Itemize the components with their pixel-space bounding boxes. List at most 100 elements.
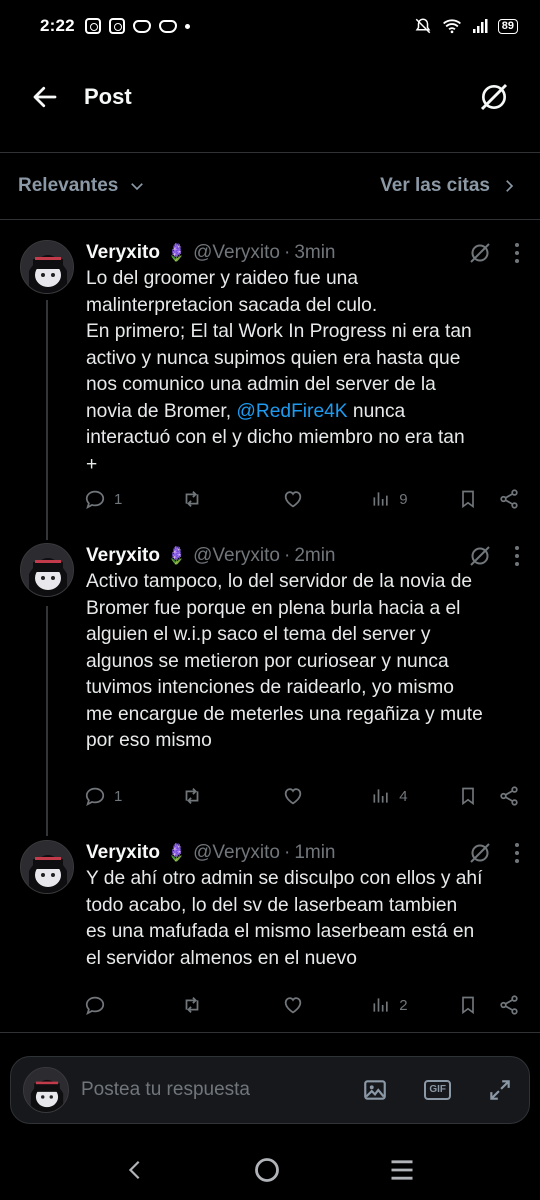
instagram-icon: [108, 18, 125, 34]
post-actions: 1 9: [84, 484, 520, 514]
post-header: Veryxito 🪻 @Veryxito · 1min: [86, 840, 520, 866]
bookmark-button[interactable]: [458, 785, 498, 807]
like-button[interactable]: [282, 785, 371, 807]
bookmark-button[interactable]: [458, 994, 498, 1016]
repost-icon: [185, 997, 199, 1013]
thread-post[interactable]: Veryxito 🪻 @Veryxito · 3min Lo del groom…: [0, 240, 540, 530]
more-options-icon[interactable]: [514, 242, 520, 264]
mention-link[interactable]: @RedFire4K: [236, 401, 347, 422]
heart-icon: [284, 788, 302, 805]
views-button[interactable]: 2: [371, 995, 458, 1015]
gif-icon[interactable]: GIF: [424, 1080, 451, 1100]
views-button[interactable]: 4: [371, 786, 458, 806]
author-handle[interactable]: @Veryxito: [193, 842, 280, 864]
post-actions: 2: [84, 990, 520, 1020]
instagram-icon: [84, 18, 101, 34]
mute-icon: [415, 18, 431, 34]
sort-label: Relevantes: [18, 175, 119, 196]
sort-dropdown[interactable]: Relevantes: [18, 175, 146, 197]
view-count: 2: [399, 996, 408, 1014]
nav-recents-icon[interactable]: [388, 1158, 416, 1182]
repost-icon: [185, 491, 199, 507]
bar-chart-icon: [373, 998, 388, 1012]
bookmark-button[interactable]: [458, 488, 498, 510]
view-quotes-link[interactable]: Ver las citas: [380, 175, 518, 197]
share-icon: [500, 489, 518, 509]
post-text: Y de ahí otro admin se disculpo con ello…: [86, 868, 483, 969]
reply-composer[interactable]: Postea tu respuesta GIF: [10, 1056, 530, 1124]
post-text: Lo del groomer y raideo fue una malinter…: [86, 266, 522, 478]
system-navigation-bar: [0, 1140, 540, 1200]
author-name[interactable]: Veryxito: [86, 545, 160, 567]
post-time[interactable]: 3min: [294, 242, 335, 264]
avatar: [23, 1067, 69, 1113]
author-handle[interactable]: @Veryxito: [193, 545, 280, 567]
post-time[interactable]: 1min: [294, 842, 335, 864]
author-name[interactable]: Veryxito: [86, 842, 160, 864]
share-button[interactable]: [498, 488, 520, 510]
view-quotes-label: Ver las citas: [380, 175, 490, 196]
views-button[interactable]: 9: [371, 489, 458, 509]
view-count: 9: [399, 490, 408, 508]
reply-button[interactable]: [84, 994, 181, 1016]
wifi-icon: [442, 19, 461, 34]
thread-post[interactable]: Veryxito 🪻 @Veryxito · 2min Activo tampo…: [0, 543, 540, 833]
notification-icons: [84, 18, 190, 34]
avatar[interactable]: [20, 840, 74, 894]
share-button[interactable]: [498, 994, 520, 1016]
reply-input[interactable]: Postea tu respuesta: [81, 1079, 250, 1101]
grok-icon[interactable]: [478, 81, 510, 113]
author-name[interactable]: Veryxito: [86, 242, 160, 264]
heart-icon: [284, 997, 302, 1014]
comment-icon: [85, 787, 105, 807]
hyacinth-emoji: 🪻: [165, 843, 188, 862]
battery-indicator: 89: [497, 18, 518, 34]
more-options-icon[interactable]: [514, 545, 520, 567]
post-time[interactable]: 2min: [294, 545, 335, 567]
post-header: Veryxito 🪻 @Veryxito · 2min: [86, 543, 520, 569]
page-title: Post: [84, 84, 132, 109]
separator-dot: ·: [283, 842, 291, 863]
comment-icon: [85, 996, 105, 1016]
arrow-left-icon[interactable]: [30, 82, 60, 112]
nav-back-icon[interactable]: [124, 1157, 146, 1183]
discord-icon: [158, 19, 177, 33]
status-time: 2:22: [40, 16, 75, 35]
avatar[interactable]: [20, 543, 74, 597]
like-button[interactable]: [282, 994, 371, 1016]
repost-button[interactable]: [181, 488, 282, 510]
hyacinth-emoji: 🪻: [165, 243, 188, 262]
post-text-part: Lo del groomer y raideo fue una malinter…: [86, 268, 472, 422]
reply-count: 1: [114, 787, 123, 805]
share-icon: [500, 786, 518, 806]
bar-chart-icon: [373, 789, 388, 803]
grok-icon[interactable]: [468, 544, 492, 568]
reply-filter-bar: Relevantes Ver las citas: [0, 152, 540, 220]
grok-icon[interactable]: [468, 241, 492, 265]
post-text: Activo tampoco, lo del servidor de la no…: [86, 571, 483, 751]
repost-button[interactable]: [181, 994, 282, 1016]
grok-icon[interactable]: [468, 841, 492, 865]
share-button[interactable]: [498, 785, 520, 807]
thread-post[interactable]: Veryxito 🪻 @Veryxito · 1min Y de ahí otr…: [0, 840, 540, 1030]
chevron-down-icon: [131, 183, 144, 191]
chevron-right-icon: [506, 180, 514, 192]
post-actions: 1 4: [84, 781, 520, 811]
nav-home-icon[interactable]: [253, 1156, 281, 1184]
more-options-icon[interactable]: [514, 842, 520, 864]
comment-icon: [85, 490, 105, 510]
avatar[interactable]: [20, 240, 74, 294]
bookmark-icon: [462, 490, 475, 509]
more-notifications-dot: [184, 23, 190, 29]
like-button[interactable]: [282, 488, 371, 510]
image-icon[interactable]: [362, 1077, 388, 1103]
share-icon: [500, 995, 518, 1015]
author-handle[interactable]: @Veryxito: [193, 242, 280, 264]
signal-icon: [472, 19, 488, 33]
reply-button[interactable]: 1: [84, 488, 181, 510]
expand-icon[interactable]: [487, 1077, 513, 1103]
reply-count: 1: [114, 490, 123, 508]
status-bar: 2:22 89: [0, 0, 540, 52]
repost-button[interactable]: [181, 785, 282, 807]
reply-button[interactable]: 1: [84, 785, 181, 807]
